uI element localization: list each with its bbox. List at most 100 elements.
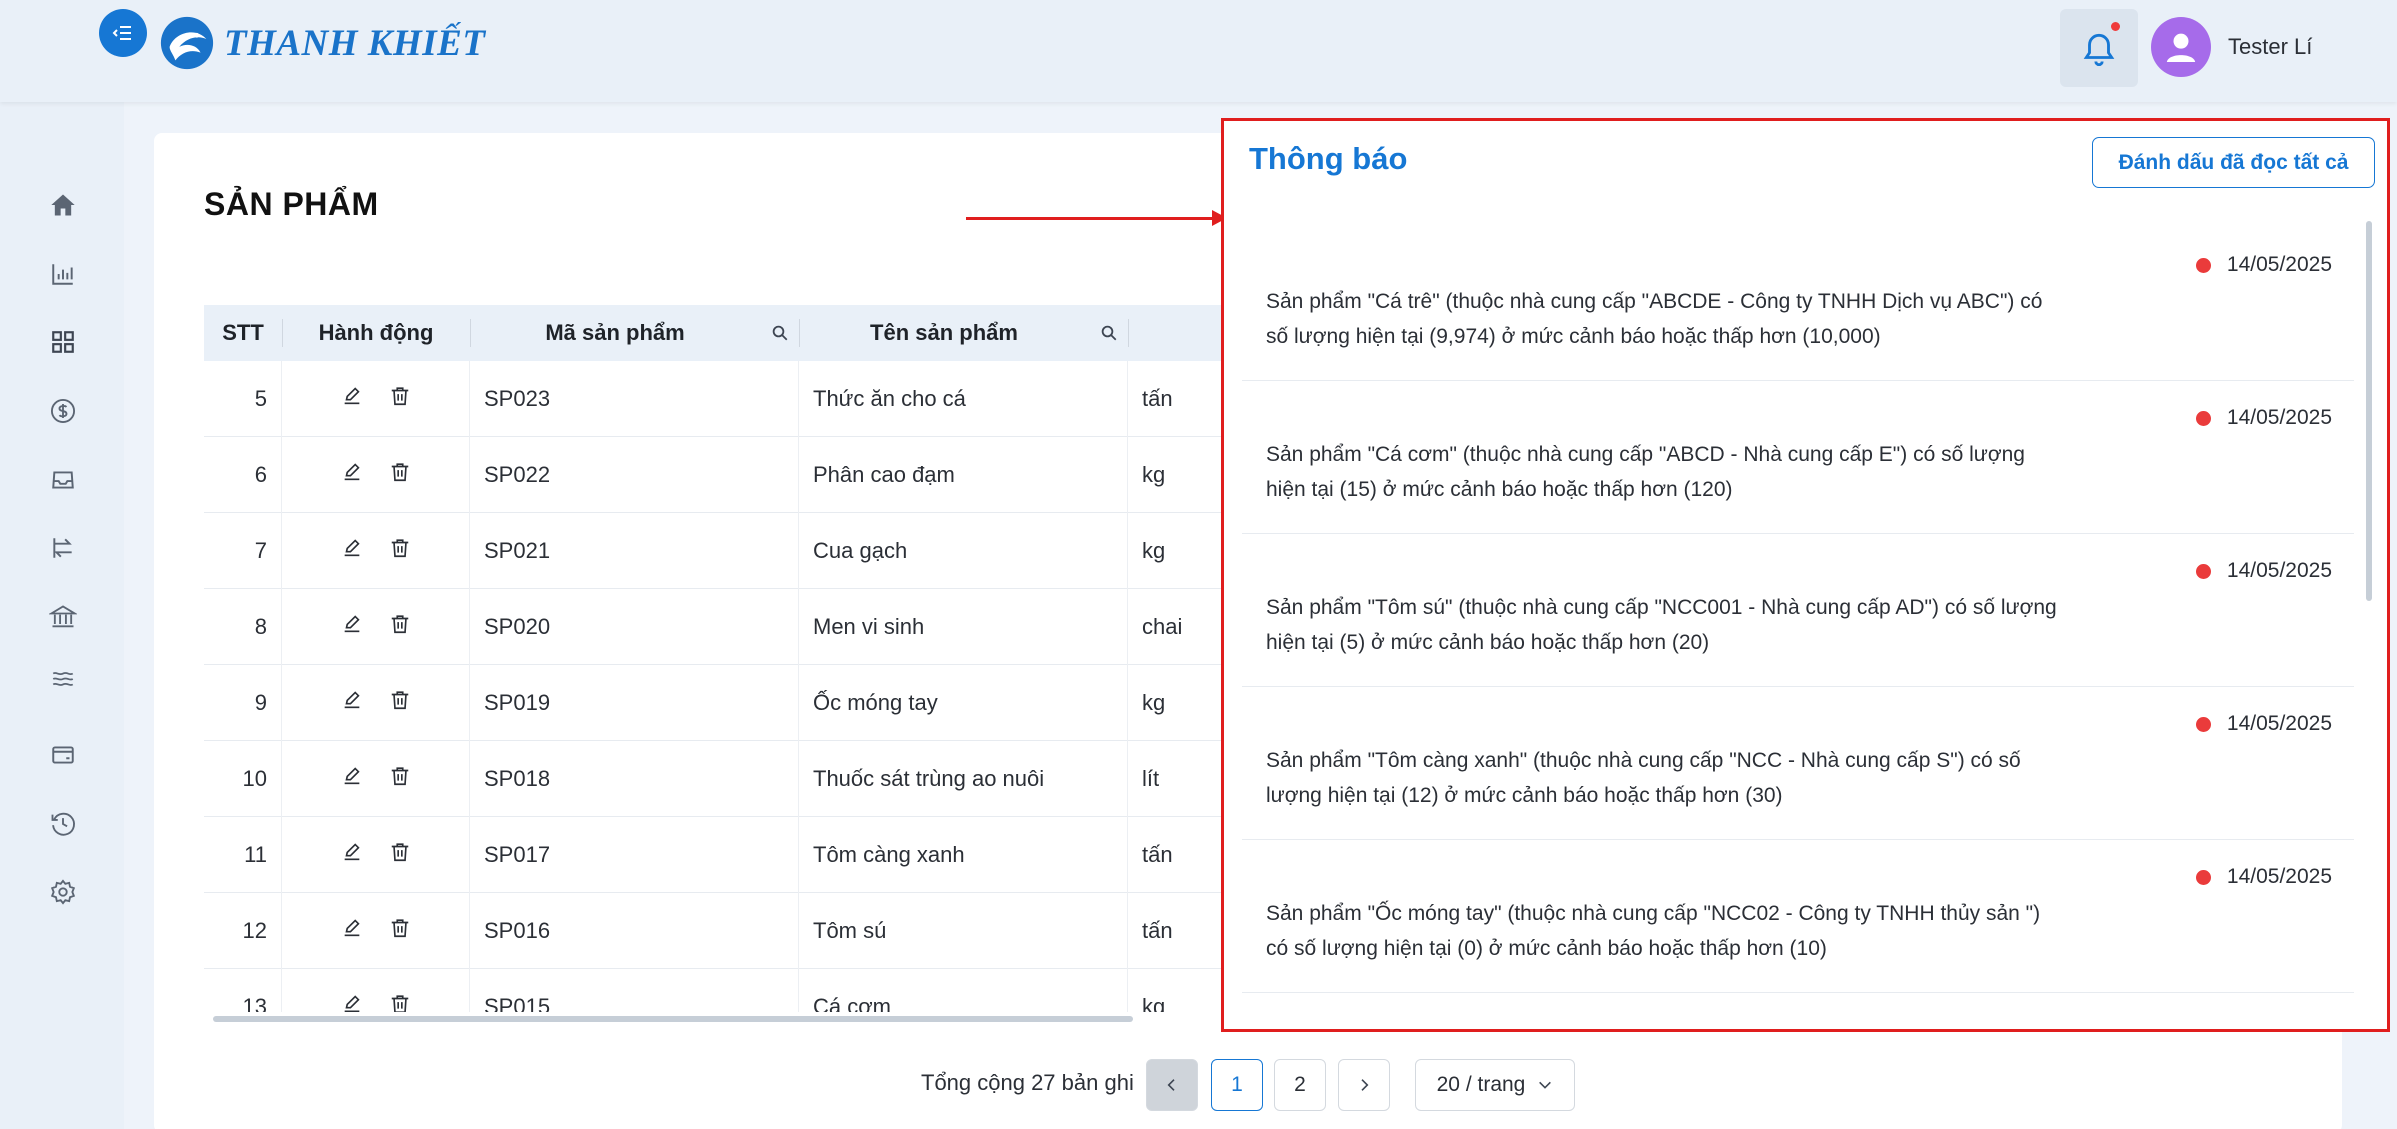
cell-actions [282,513,470,589]
cell-unit: tấn [1142,386,1173,411]
page-size-select[interactable]: 20 / trang [1415,1059,1575,1111]
cell-code: SP018 [470,741,799,817]
pagination-page-1[interactable]: 1 [1211,1059,1263,1111]
notification-item[interactable]: 14/05/2025 Sản phẩm "Tôm càng xanh" (thuộ… [1242,687,2354,840]
chevron-right-icon [1361,1079,1369,1091]
cell-code: SP020 [470,589,799,665]
cell-name: Thức ăn cho cá [799,361,1128,437]
menu-toggle-button[interactable] [99,9,147,57]
delete-icon[interactable] [389,993,411,1012]
cell-stt: 8 [204,589,282,665]
bell-icon [2083,33,2115,66]
waves-icon[interactable] [46,662,80,696]
notification-item[interactable]: 14/05/2025 Sản phẩm "Cá cơm" (thuộc nhà c… [1242,381,2354,534]
table-row[interactable]: 5 SP023 Thức ăn cho cá tấn [204,361,1224,437]
cell-code: SP019 [470,665,799,741]
page-size-value: 20 / trang [1436,1073,1526,1096]
table-row[interactable]: 11 SP017 Tôm càng xanh tấn [204,817,1224,893]
avatar[interactable] [2151,17,2211,77]
notification-date-wrap: 14/05/2025 [2195,865,2332,889]
edit-icon[interactable] [341,765,363,793]
dollar-icon[interactable] [46,394,80,428]
cell-unit: tấn [1142,842,1173,867]
notification-date: 14/05/2025 [2226,865,2332,888]
table-row[interactable]: 13 SP015 Cá cơm kg [204,969,1224,1012]
name-search-icon[interactable] [1089,305,1128,361]
delete-icon[interactable] [389,385,411,413]
settings-icon[interactable] [46,875,80,909]
pagination-prev-button[interactable] [1146,1059,1198,1111]
cell-actions [282,741,470,817]
cell-code: SP017 [470,817,799,893]
pagination-total: Tổng cộng 27 bản ghi [921,1070,1134,1095]
edit-icon[interactable] [341,385,363,413]
wallet-icon[interactable] [46,738,80,772]
edit-icon[interactable] [341,537,363,565]
notification-bell-button[interactable] [2060,9,2138,87]
pagination-page-2[interactable]: 2 [1274,1059,1326,1111]
edit-icon[interactable] [341,689,363,717]
table-horizontal-scrollbar[interactable] [213,1016,1133,1022]
delete-icon[interactable] [389,689,411,717]
username[interactable]: Tester Lí [2228,34,2312,60]
notification-date-wrap: 14/05/2025 [2195,712,2332,736]
cell-unit: kg [1142,690,1166,715]
cell-unit: kg [1142,538,1166,563]
table-row[interactable]: 7 SP021 Cua gạch kg [204,513,1224,589]
unread-dot [2195,716,2211,732]
edit-icon[interactable] [341,993,363,1012]
notification-panel: Thông báo Đánh dấu đã đọc tất cả 14/05/2… [1221,118,2390,1032]
cell-code: SP021 [470,513,799,589]
table-row[interactable]: 6 SP022 Phân cao đạm kg [204,437,1224,513]
cell-actions [282,589,470,665]
history-icon[interactable] [46,807,80,841]
delete-icon[interactable] [389,461,411,489]
cell-name: Thuốc sát trùng ao nuôi [799,741,1128,817]
bank-icon[interactable] [46,600,80,634]
home-icon[interactable] [46,188,80,222]
delete-icon[interactable] [389,537,411,565]
logo[interactable]: THANH KHIẾT [158,14,485,72]
notification-item[interactable]: 14/05/2025 Sản phẩm "Ốc móng tay" (thuộc … [1242,840,2354,993]
cell-unit: kg [1142,462,1166,487]
delete-icon[interactable] [389,613,411,641]
code-search-icon[interactable] [760,305,799,361]
notification-date-wrap: 14/05/2025 [2195,406,2332,430]
cell-name: Cá cơm [799,969,1128,1012]
cell-code: SP023 [470,361,799,437]
chevron-down-icon [1539,1081,1552,1089]
edit-icon[interactable] [341,917,363,945]
delete-icon[interactable] [389,841,411,869]
dashboard-icon[interactable] [46,325,80,359]
cell-name: Tôm càng xanh [799,817,1128,893]
notification-date-wrap: 14/05/2025 [2195,253,2332,277]
notification-scrollbar[interactable] [2366,221,2372,601]
transfer-icon[interactable] [46,531,80,565]
notification-item[interactable]: 14/05/2025 Sản phẩm "Tôm sú" (thuộc nhà c… [1242,534,2354,687]
cell-name: Phân cao đạm [799,437,1128,513]
edit-icon[interactable] [341,841,363,869]
table-row[interactable]: 12 SP016 Tôm sú tấn [204,893,1224,969]
cell-actions [282,665,470,741]
notification-item[interactable]: 14/05/2025 Sản phẩm "Cá trê" (thuộc nhà c… [1242,228,2354,381]
cell-actions [282,893,470,969]
annotation-arrow-line [966,217,1218,220]
cell-stt: 5 [204,361,282,437]
column-header-name: Tên sản phẩm [870,320,1018,345]
inbox-icon[interactable] [46,463,80,497]
mark-all-read-button[interactable]: Đánh dấu đã đọc tất cả [2092,137,2375,188]
delete-icon[interactable] [389,765,411,793]
notification-date: 14/05/2025 [2226,253,2332,276]
cell-unit: tấn [1142,918,1173,943]
table-row[interactable]: 8 SP020 Men vi sinh chai [204,589,1224,665]
edit-icon[interactable] [341,461,363,489]
cell-stt: 11 [204,817,282,893]
pagination-next-button[interactable] [1338,1059,1390,1111]
table-row[interactable]: 10 SP018 Thuốc sát trùng ao nuôi lít [204,741,1224,817]
table-row[interactable]: 9 SP019 Ốc móng tay kg [204,665,1224,741]
edit-icon[interactable] [341,613,363,641]
cell-actions [282,437,470,513]
bar-chart-icon[interactable] [46,257,80,291]
cell-code: SP015 [470,969,799,1012]
delete-icon[interactable] [389,917,411,945]
